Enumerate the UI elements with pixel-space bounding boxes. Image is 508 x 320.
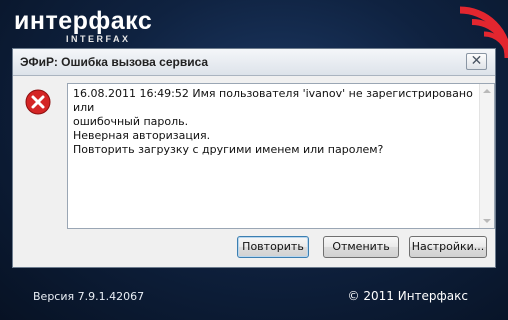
version-label: Версия 7.9.1.42067	[33, 290, 145, 303]
close-icon[interactable]: ✕	[466, 53, 487, 70]
retry-button[interactable]: Повторить	[237, 236, 309, 258]
cancel-button[interactable]: Отменить	[323, 236, 399, 258]
dialog-title: ЭФиР: Ошибка вызова сервиса	[20, 55, 209, 69]
settings-button[interactable]: Настройки...	[409, 236, 487, 258]
error-icon	[25, 89, 51, 115]
message-scrollbar[interactable]	[479, 84, 494, 228]
app-window: интерфакс INTERFAX ЭФиР: Ошибка вызова с…	[0, 0, 508, 320]
brand-logo: интерфакс INTERFAX	[14, 8, 152, 44]
brand-name: интерфакс	[14, 7, 153, 35]
brand-subtitle: INTERFAX	[66, 34, 131, 44]
error-dialog: ЭФиР: Ошибка вызова сервиса ✕ 16.08.2011…	[12, 48, 496, 268]
message-textbox[interactable]: 16.08.2011 16:49:52 Имя пользователя 'iv…	[67, 83, 495, 229]
copyright-label: © 2011 Интерфакс	[347, 289, 468, 303]
message-text: 16.08.2011 16:49:52 Имя пользователя 'iv…	[73, 87, 473, 156]
dialog-titlebar[interactable]: ЭФиР: Ошибка вызова сервиса ✕	[13, 49, 495, 76]
scroll-up-icon[interactable]	[483, 89, 491, 93]
scroll-down-icon[interactable]	[483, 219, 491, 223]
